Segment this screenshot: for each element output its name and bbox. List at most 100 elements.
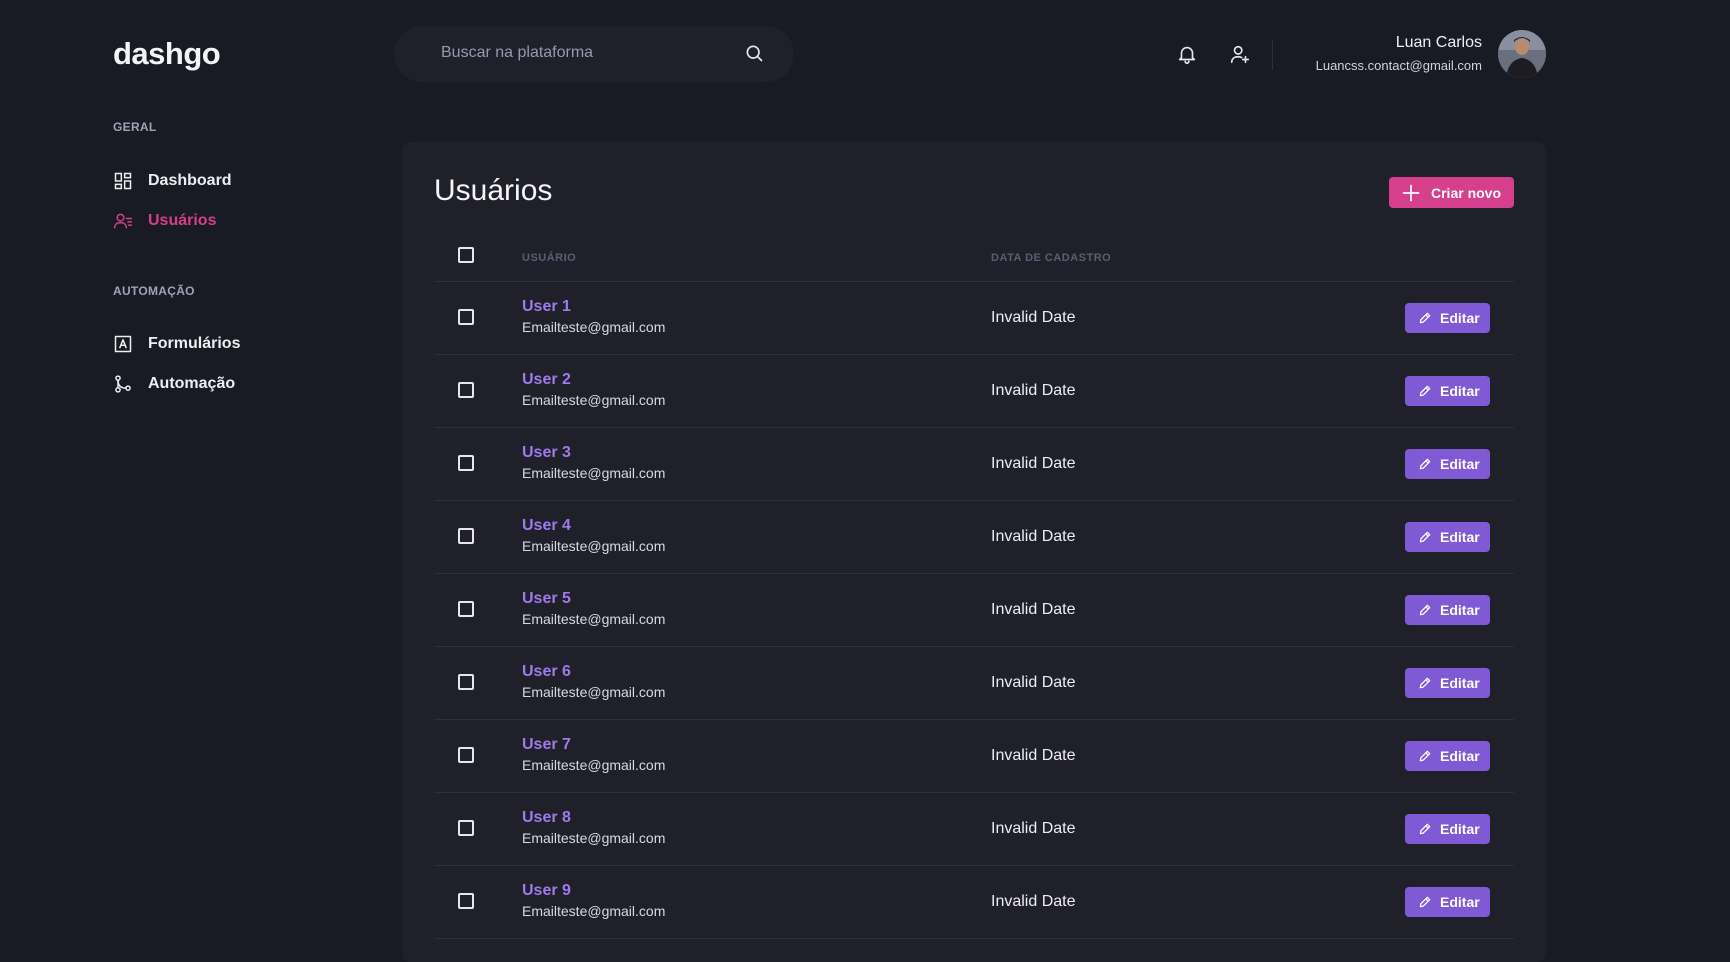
user-name-link[interactable]: User 4 xyxy=(522,517,571,535)
edit-label: Editar xyxy=(1440,748,1480,764)
form-icon xyxy=(113,334,133,354)
registration-date: Invalid Date xyxy=(991,455,1076,472)
users-table: USUÁRIO DATA DE CADASTRO User 1 Emailtes… xyxy=(434,230,1514,939)
user-email: Emailteste@gmail.com xyxy=(522,538,666,554)
app-logo[interactable]: dashgo xyxy=(113,36,221,72)
sidebar-item-label: Dashboard xyxy=(148,172,232,189)
edit-label: Editar xyxy=(1440,894,1480,910)
avatar[interactable] xyxy=(1498,30,1546,78)
search-bar[interactable]: Buscar na plataforma xyxy=(394,26,794,82)
edit-label: Editar xyxy=(1440,675,1480,691)
search-input[interactable]: Buscar na plataforma xyxy=(441,44,593,62)
users-panel: Usuários Criar novo USUÁRIO DATA DE CADA… xyxy=(402,142,1546,962)
table-row: User 4 Emailteste@gmail.com Invalid Date… xyxy=(434,501,1514,574)
user-email: Emailteste@gmail.com xyxy=(522,611,666,627)
registration-date: Invalid Date xyxy=(991,747,1076,764)
registration-date: Invalid Date xyxy=(991,601,1076,618)
user-email: Emailteste@gmail.com xyxy=(522,319,666,335)
pencil-icon xyxy=(1419,531,1431,543)
user-name-link[interactable]: User 5 xyxy=(522,590,571,608)
registration-date: Invalid Date xyxy=(991,382,1076,399)
user-email: Emailteste@gmail.com xyxy=(522,903,666,919)
search-icon[interactable] xyxy=(744,43,764,63)
user-email: Emailteste@gmail.com xyxy=(522,392,666,408)
profile-email: Luancss.contact@gmail.com xyxy=(1315,58,1482,73)
table-row: User 2 Emailteste@gmail.com Invalid Date… xyxy=(434,355,1514,428)
sidebar-item-label: Formulários xyxy=(148,335,241,352)
column-header-data-cadastro: DATA DE CADASTRO xyxy=(991,252,1112,264)
user-email: Emailteste@gmail.com xyxy=(522,757,666,773)
pencil-icon xyxy=(1419,385,1431,397)
user-add-icon[interactable] xyxy=(1229,43,1251,65)
edit-label: Editar xyxy=(1440,310,1480,326)
users-icon xyxy=(113,211,133,231)
user-name-link[interactable]: User 3 xyxy=(522,444,571,462)
create-new-label: Criar novo xyxy=(1431,184,1502,201)
sidebar-item-usuarios[interactable]: Usuários xyxy=(113,208,216,234)
sidebar-item-automacao[interactable]: Automação xyxy=(113,371,235,397)
pencil-icon xyxy=(1419,677,1431,689)
pencil-icon xyxy=(1419,823,1431,835)
edit-button[interactable]: Editar xyxy=(1405,522,1490,552)
user-name-link[interactable]: User 6 xyxy=(522,663,571,681)
pencil-icon xyxy=(1419,458,1431,470)
edit-button[interactable]: Editar xyxy=(1405,595,1490,625)
sidebar-item-formularios[interactable]: Formulários xyxy=(113,331,240,357)
row-checkbox[interactable] xyxy=(458,893,474,909)
edit-label: Editar xyxy=(1440,529,1480,545)
pencil-icon xyxy=(1419,312,1431,324)
bell-icon[interactable] xyxy=(1176,43,1198,65)
row-checkbox[interactable] xyxy=(458,674,474,690)
git-merge-icon xyxy=(113,374,133,394)
pencil-icon xyxy=(1419,604,1431,616)
row-checkbox[interactable] xyxy=(458,601,474,617)
registration-date: Invalid Date xyxy=(991,893,1076,910)
row-checkbox[interactable] xyxy=(458,528,474,544)
registration-date: Invalid Date xyxy=(991,820,1076,837)
edit-button[interactable]: Editar xyxy=(1405,887,1490,917)
table-header: USUÁRIO DATA DE CADASTRO xyxy=(434,230,1514,282)
sidebar-section-title-automacao: AUTOMAÇÃO xyxy=(113,284,195,298)
edit-label: Editar xyxy=(1440,456,1480,472)
registration-date: Invalid Date xyxy=(991,674,1076,691)
edit-button[interactable]: Editar xyxy=(1405,814,1490,844)
edit-button[interactable]: Editar xyxy=(1405,376,1490,406)
registration-date: Invalid Date xyxy=(991,528,1076,545)
user-name-link[interactable]: User 9 xyxy=(522,882,571,900)
edit-label: Editar xyxy=(1440,821,1480,837)
table-row: User 7 Emailteste@gmail.com Invalid Date… xyxy=(434,720,1514,793)
sidebar-item-label: Usuários xyxy=(148,212,217,229)
table-row: User 8 Emailteste@gmail.com Invalid Date… xyxy=(434,793,1514,866)
row-checkbox[interactable] xyxy=(458,309,474,325)
create-new-button[interactable]: Criar novo xyxy=(1389,177,1514,208)
select-all-checkbox[interactable] xyxy=(458,247,474,263)
header: dashgo Buscar na plataforma Luan Carlos … xyxy=(0,0,1730,106)
page-title: Usuários xyxy=(434,174,553,207)
user-email: Emailteste@gmail.com xyxy=(522,830,666,846)
row-checkbox[interactable] xyxy=(458,382,474,398)
user-name-link[interactable]: User 2 xyxy=(522,371,571,389)
table-row: User 6 Emailteste@gmail.com Invalid Date… xyxy=(434,647,1514,720)
table-row: User 3 Emailteste@gmail.com Invalid Date… xyxy=(434,428,1514,501)
sidebar-item-dashboard[interactable]: Dashboard xyxy=(113,168,232,194)
header-divider xyxy=(1272,40,1273,70)
dashboard-icon xyxy=(113,171,133,191)
edit-label: Editar xyxy=(1440,602,1480,618)
pencil-icon xyxy=(1419,750,1431,762)
edit-button[interactable]: Editar xyxy=(1405,741,1490,771)
edit-button[interactable]: Editar xyxy=(1405,449,1490,479)
table-row: User 9 Emailteste@gmail.com Invalid Date… xyxy=(434,866,1514,939)
row-checkbox[interactable] xyxy=(458,820,474,836)
user-email: Emailteste@gmail.com xyxy=(522,465,666,481)
sidebar-section-title-geral: GERAL xyxy=(113,120,157,134)
edit-button[interactable]: Editar xyxy=(1405,668,1490,698)
user-name-link[interactable]: User 8 xyxy=(522,809,571,827)
edit-button[interactable]: Editar xyxy=(1405,303,1490,333)
row-checkbox[interactable] xyxy=(458,747,474,763)
user-name-link[interactable]: User 7 xyxy=(522,736,571,754)
row-checkbox[interactable] xyxy=(458,455,474,471)
user-name-link[interactable]: User 1 xyxy=(522,298,571,316)
table-body: User 1 Emailteste@gmail.com Invalid Date… xyxy=(434,282,1514,939)
table-row: User 5 Emailteste@gmail.com Invalid Date… xyxy=(434,574,1514,647)
edit-label: Editar xyxy=(1440,383,1480,399)
